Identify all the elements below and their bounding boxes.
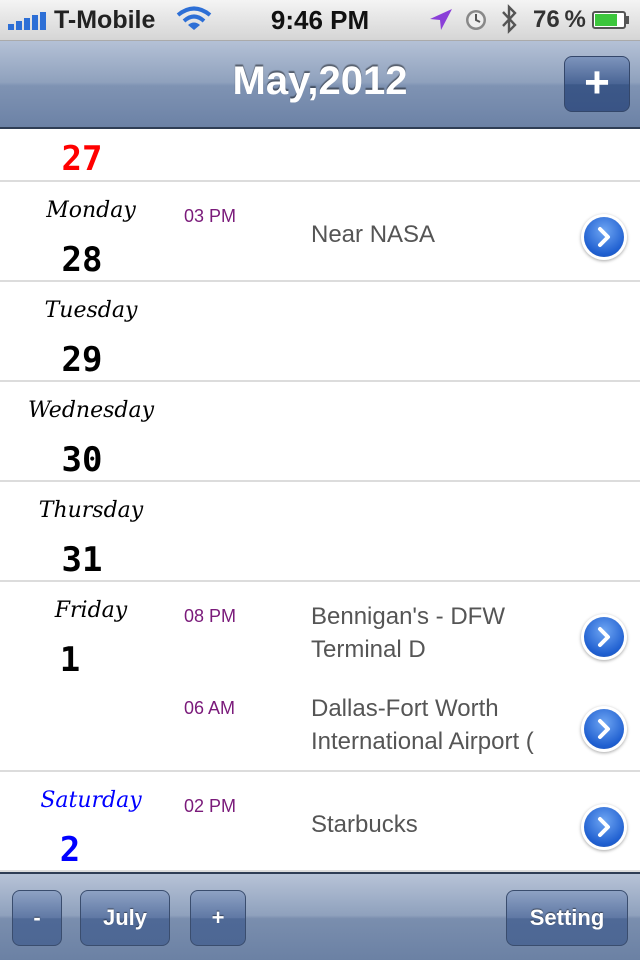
day-name: Thursday	[38, 498, 144, 523]
day-name: Monday	[46, 198, 136, 223]
day-row[interactable]: Monday 28 03 PM Near NASA	[0, 182, 640, 282]
previous-month-button[interactable]: -	[12, 890, 62, 946]
day-row[interactable]: Tuesday 29	[0, 282, 640, 382]
event-detail-disclosure-icon[interactable]	[584, 807, 624, 847]
bluetooth-icon	[502, 4, 517, 34]
add-event-button[interactable]: +	[564, 56, 630, 112]
bottom-toolbar: - July + Setting	[0, 872, 640, 960]
event-title[interactable]: Bennigan's - DFW Terminal D	[311, 600, 571, 666]
event-title[interactable]: Dallas-Fort Worth International Airport …	[311, 692, 571, 758]
setting-button[interactable]: Setting	[506, 890, 628, 946]
battery-percentage: 76 %	[533, 6, 586, 33]
day-number: 2	[59, 830, 81, 870]
day-row[interactable]: Wednesday 30	[0, 382, 640, 482]
event-time: 06 AM	[184, 698, 236, 718]
status-bar: T-Mobile 9:46 PM 76 %	[0, 0, 640, 41]
day-row[interactable]: Thursday 31	[0, 482, 640, 582]
event-time: 03 PM	[184, 206, 237, 226]
day-number: 31	[61, 540, 103, 580]
event-time: 02 PM	[184, 796, 237, 816]
event-time: 08 PM	[184, 606, 237, 626]
month-selector-button[interactable]: July	[80, 890, 170, 946]
day-row[interactable]: Friday 1 08 PM Bennigan's - DFW Terminal D 0…	[0, 582, 640, 772]
day-number: 30	[61, 440, 103, 480]
day-row[interactable]: Saturday 2 02 PM Starbucks	[0, 772, 640, 872]
day-name: Friday	[54, 598, 128, 623]
battery-icon	[592, 11, 629, 29]
event-title[interactable]: Near NASA	[311, 218, 571, 251]
day-number: 1	[59, 640, 81, 680]
event-title[interactable]: Starbucks	[311, 808, 571, 841]
day-number: 29	[61, 340, 103, 380]
day-name: Wednesday	[27, 398, 155, 423]
day-name: Saturday	[40, 788, 142, 813]
location-icon	[430, 9, 452, 30]
alarm-clock-icon	[466, 10, 486, 30]
day-number: 28	[61, 240, 103, 280]
navigation-bar: May,2012 +	[0, 41, 640, 129]
event-detail-disclosure-icon[interactable]	[584, 617, 624, 657]
next-month-button[interactable]: +	[190, 890, 246, 946]
day-name: Tuesday	[44, 298, 138, 323]
event-detail-disclosure-icon[interactable]	[584, 217, 624, 257]
calendar-list[interactable]: 27 Monday 28 03 PM Near NASA Tuesday 29 Wednesd…	[0, 129, 640, 872]
day-number: 27	[61, 139, 103, 179]
day-row[interactable]: 27	[0, 129, 640, 182]
event-detail-disclosure-icon[interactable]	[584, 709, 624, 749]
month-title: May,2012	[232, 59, 408, 103]
